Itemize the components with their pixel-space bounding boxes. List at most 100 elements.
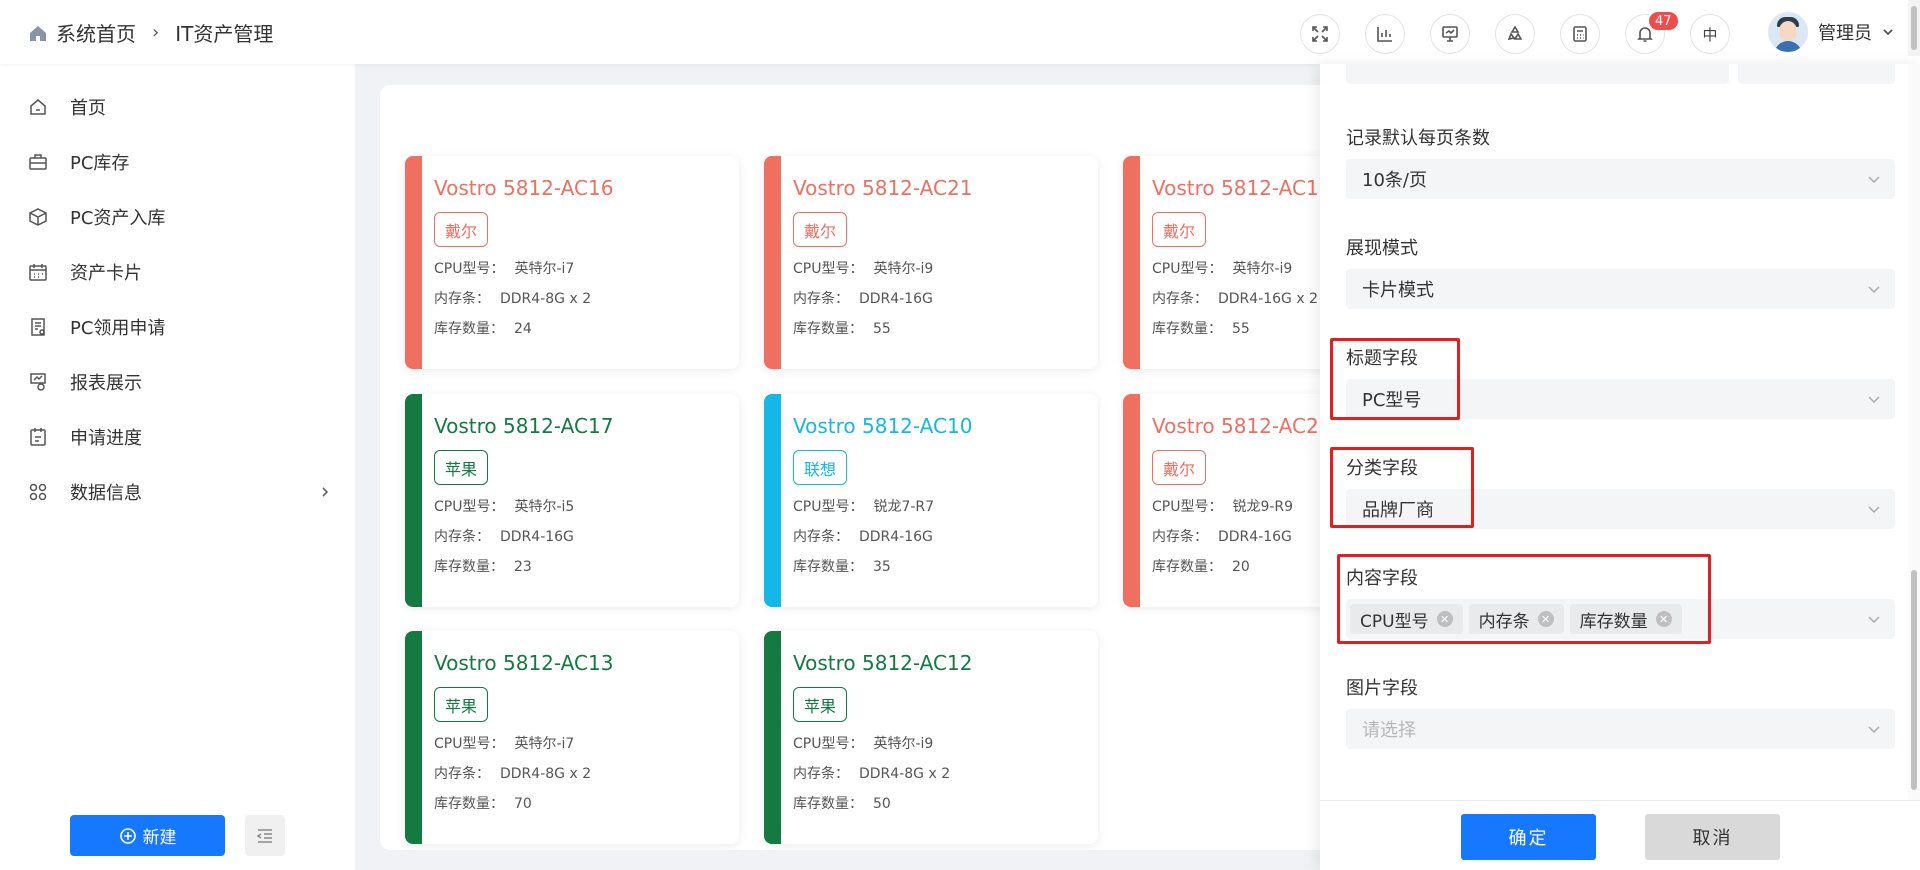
card-cpu-line: CPU型号： 锐龙9-R9 <box>1152 496 1293 516</box>
sidebar-item-label: 报表展示 <box>70 373 142 394</box>
ram-label: 内存条： <box>793 766 849 782</box>
clipped-select[interactable] <box>1738 64 1895 84</box>
sidebar-item-asset-card[interactable]: 资产卡片 <box>28 257 142 287</box>
clipped-fields-row <box>1346 64 1906 86</box>
asset-card[interactable]: Vostro 5812-AC21 戴尔 CPU型号： 英特尔-i9 内存条： DDR… <box>764 156 1098 369</box>
window-scrollbar[interactable] <box>1908 0 1920 56</box>
language-button[interactable]: 中 <box>1690 14 1730 54</box>
confirm-button[interactable]: 确定 <box>1461 814 1596 860</box>
card-stock-line: 库存数量： 35 <box>793 556 891 576</box>
calculator-button[interactable] <box>1560 14 1600 54</box>
sidebar-item-pc-inventory[interactable]: PC库存 <box>28 147 129 177</box>
sidebar-item-pc-request[interactable]: PC领用申请 <box>28 312 165 342</box>
cpu-value: 英特尔-i7 <box>514 261 575 277</box>
stock-value: 20 <box>1232 559 1250 575</box>
cpu-value: 锐龙9-R9 <box>1232 499 1294 515</box>
drawer-footer: 确定 取消 <box>1320 800 1920 870</box>
asset-card[interactable]: Vostro 5812-AC20 戴尔 CPU型号： 锐龙9-R9 内存条： DDR… <box>1123 394 1340 607</box>
bar-chart-icon <box>1377 27 1392 42</box>
card-title: Vostro 5812-AC12 <box>793 651 973 675</box>
breadcrumb-home[interactable]: 系统首页 <box>56 18 136 47</box>
sidebar-item-pc-stock-in[interactable]: PC资产入库 <box>28 202 165 232</box>
sidebar-item-data-info[interactable]: 数据信息 <box>28 477 142 507</box>
progress-icon <box>30 428 46 446</box>
card-color-strip <box>764 631 781 844</box>
brand-tag: 戴尔 <box>1152 450 1207 485</box>
stock-label: 库存数量： <box>1152 559 1222 575</box>
asset-card[interactable]: Vostro 5812-AC13 苹果 CPU型号： 英特尔-i7 内存条： DDR… <box>405 631 739 844</box>
ram-value: DDR4-8G x 2 <box>500 766 592 782</box>
card-color-strip <box>405 631 422 844</box>
cpu-label: CPU型号： <box>793 736 864 752</box>
content-chip: 库存数量 ✕ <box>1569 604 1682 634</box>
card-cpu-line: CPU型号： 英特尔-i7 <box>434 733 574 753</box>
chevron-down-icon <box>1868 286 1880 294</box>
sidebar-item-reports[interactable]: 报表展示 <box>28 367 142 397</box>
image-field-select[interactable]: 请选择 <box>1346 709 1895 749</box>
calendar-icon <box>29 264 47 281</box>
cpu-label: CPU型号： <box>434 499 505 515</box>
briefcase-icon <box>29 154 47 170</box>
card-title: Vostro 5812-AC10 <box>793 414 973 438</box>
asset-card[interactable]: Vostro 5812-AC17 苹果 CPU型号： 英特尔-i5 内存条： DDR… <box>405 394 739 607</box>
card-color-strip <box>764 394 781 607</box>
chart-button[interactable] <box>1365 14 1405 54</box>
brand-tag: 戴尔 <box>793 212 848 247</box>
display-mode-select[interactable]: 卡片模式 <box>1346 269 1895 309</box>
monitor-icon <box>1442 26 1458 42</box>
stock-value: 23 <box>514 559 532 575</box>
ram-label: 内存条： <box>793 291 849 307</box>
asset-card[interactable]: Vostro 5812-AC16 戴尔 CPU型号： 英特尔-i7 内存条： DDR… <box>405 156 739 369</box>
sidebar-item-progress[interactable]: 申请进度 <box>28 422 142 452</box>
stock-value: 50 <box>873 796 891 812</box>
card-title: Vostro 5812-AC16 <box>434 176 614 200</box>
stock-label: 库存数量： <box>434 321 504 337</box>
chevron-down-icon <box>1868 176 1880 184</box>
cancel-button[interactable]: 取消 <box>1645 814 1780 860</box>
monitor-button[interactable] <box>1430 14 1470 54</box>
form-icon <box>31 318 45 336</box>
brand-tag: 联想 <box>793 450 848 485</box>
new-button[interactable]: 新建 <box>70 815 225 856</box>
cpu-value: 英特尔-i9 <box>873 736 934 752</box>
chevron-right-icon[interactable] <box>320 486 330 498</box>
chevron-down-icon <box>1868 616 1880 624</box>
drawer-scrollbar[interactable] <box>1908 64 1920 800</box>
breadcrumb: 系统首页 › IT资产管理 <box>28 18 273 47</box>
content-chip: 内存条 ✕ <box>1468 604 1564 634</box>
stock-value: 35 <box>873 559 891 575</box>
chevron-down-icon <box>1868 726 1880 734</box>
ram-value: DDR4-16G <box>859 291 933 307</box>
asset-card[interactable]: Vostro 5812-AC10 联想 CPU型号： 锐龙7-R7 内存条： DDR… <box>764 394 1098 607</box>
clipped-select[interactable] <box>1346 64 1729 84</box>
cpu-label: CPU型号： <box>1152 499 1223 515</box>
asset-card[interactable]: Vostro 5812-AC15 戴尔 CPU型号： 英特尔-i9 内存条： DDR… <box>1123 156 1340 369</box>
content-field-select[interactable]: CPU型号 ✕ 内存条 ✕ 库存数量 ✕ <box>1346 599 1895 639</box>
collapse-sidebar-button[interactable] <box>245 815 285 856</box>
language-label: 中 <box>1702 25 1718 44</box>
ram-value: DDR4-16G <box>859 529 933 545</box>
page-size-label: 记录默认每页条数 <box>1346 128 1490 149</box>
user-menu[interactable]: 管理员 <box>1768 12 1894 52</box>
chip-remove-icon[interactable]: ✕ <box>1655 611 1672 627</box>
page-size-select[interactable]: 10条/页 <box>1346 159 1895 199</box>
chip-remove-icon[interactable]: ✕ <box>1436 611 1453 627</box>
title-field-select[interactable]: PC型号 <box>1346 379 1895 419</box>
content-field-label: 内容字段 <box>1346 568 1418 589</box>
refresh-button[interactable] <box>1495 14 1535 54</box>
stock-label: 库存数量： <box>793 796 863 812</box>
stock-label: 库存数量： <box>434 796 504 812</box>
ram-label: 内存条： <box>1152 291 1208 307</box>
calculator-icon <box>1573 26 1587 42</box>
chip-label: 内存条 <box>1478 611 1530 632</box>
notification-button[interactable]: 47 <box>1625 11 1679 54</box>
category-field-select[interactable]: 品牌厂商 <box>1346 489 1895 529</box>
sidebar-item-label: 申请进度 <box>70 428 142 449</box>
fullscreen-button[interactable] <box>1300 14 1340 54</box>
sidebar-item-home[interactable]: 首页 <box>28 92 106 122</box>
cpu-value: 英特尔-i5 <box>514 499 575 515</box>
card-cpu-line: CPU型号： 英特尔-i9 <box>1152 258 1292 278</box>
category-field-label: 分类字段 <box>1346 458 1418 479</box>
chip-remove-icon[interactable]: ✕ <box>1537 611 1554 627</box>
asset-card[interactable]: Vostro 5812-AC12 苹果 CPU型号： 英特尔-i9 内存条： DDR… <box>764 631 1098 844</box>
